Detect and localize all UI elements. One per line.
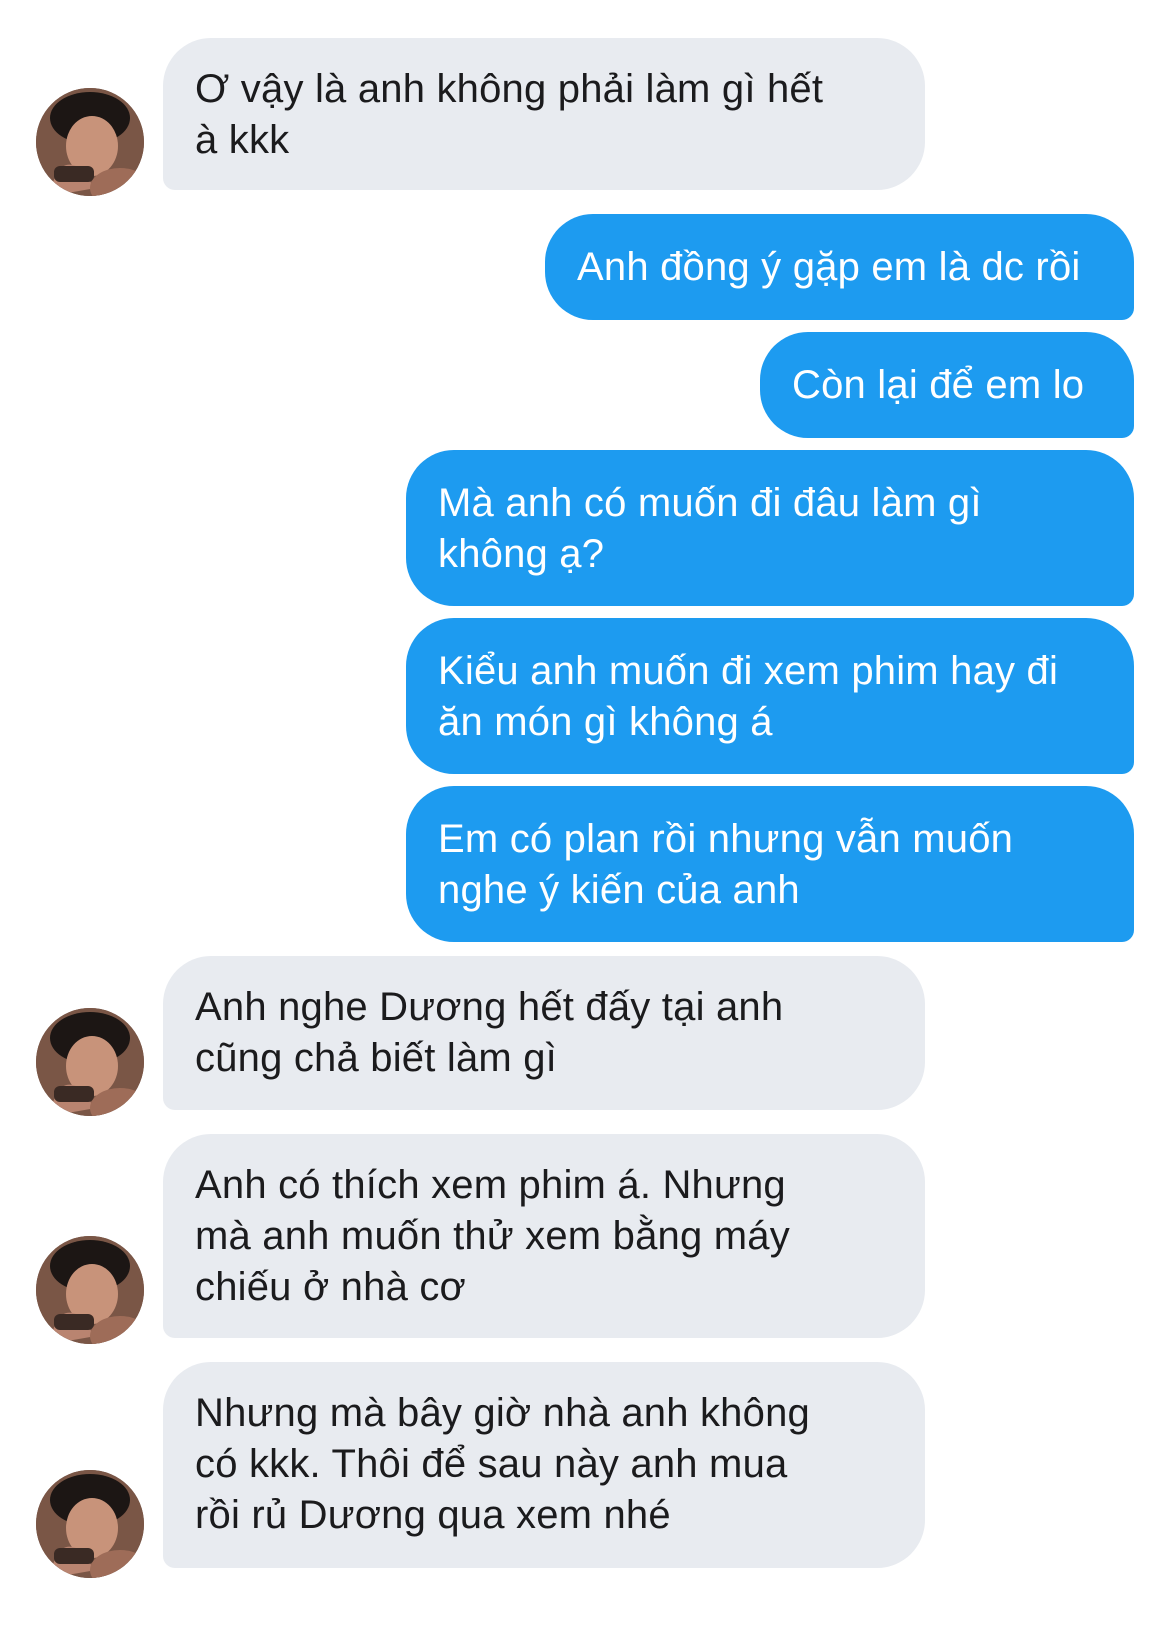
avatar-photo-icon	[36, 1008, 144, 1116]
message-bubble-outgoing[interactable]: Mà anh có muốn đi đâu làm gì không ạ?	[406, 450, 1134, 606]
message-bubble-outgoing[interactable]: Anh đồng ý gặp em là dc rồi	[545, 214, 1134, 320]
contact-avatar[interactable]	[36, 1008, 144, 1116]
message-bubble-outgoing[interactable]: Kiểu anh muốn đi xem phim hay đi ăn món …	[406, 618, 1134, 774]
avatar-photo-icon	[36, 1470, 144, 1578]
message-bubble-outgoing[interactable]: Em có plan rồi nhưng vẫn muốn nghe ý kiế…	[406, 786, 1134, 942]
avatar-photo-icon	[36, 88, 144, 196]
message-bubble-incoming[interactable]: Ơ vậy là anh không phải làm gì hết à kkk	[163, 38, 925, 190]
contact-avatar[interactable]	[36, 1470, 144, 1578]
contact-avatar[interactable]	[36, 1236, 144, 1344]
message-bubble-outgoing[interactable]: Còn lại để em lo	[760, 332, 1134, 438]
message-bubble-incoming[interactable]: Anh có thích xem phim á. Nhưng mà anh mu…	[163, 1134, 925, 1338]
message-bubble-incoming[interactable]: Nhưng mà bây giờ nhà anh không có kkk. T…	[163, 1362, 925, 1568]
message-bubble-incoming[interactable]: Anh nghe Dương hết đấy tại anh cũng chả …	[163, 956, 925, 1110]
avatar-photo-icon	[36, 1236, 144, 1344]
contact-avatar[interactable]	[36, 88, 144, 196]
